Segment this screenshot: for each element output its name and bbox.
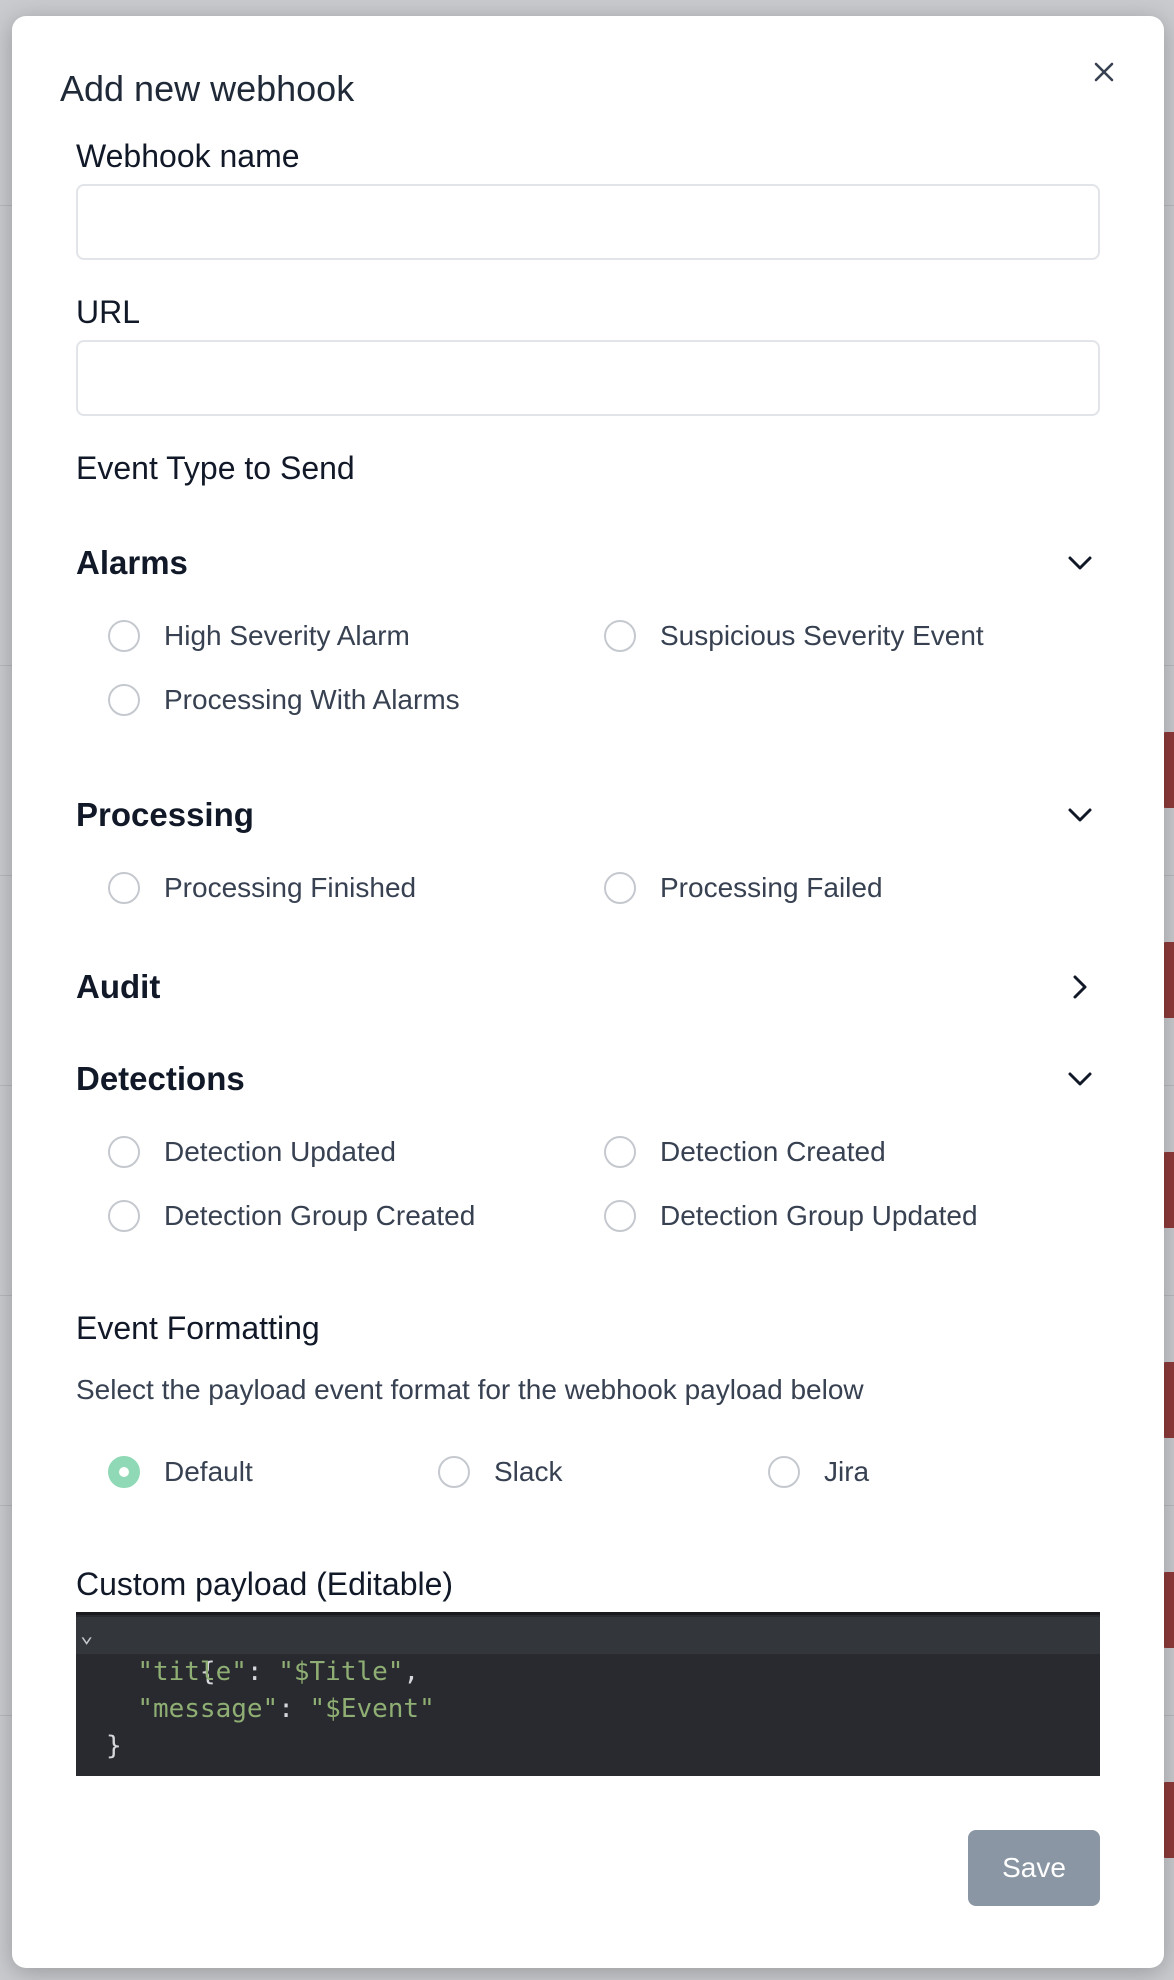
radio-button[interactable]: [108, 872, 140, 904]
code-line: ⌄{: [76, 1617, 1100, 1687]
option-label: Detection Group Updated: [660, 1200, 978, 1231]
radio-button-selected[interactable]: [108, 1456, 140, 1488]
option-label: Default: [164, 1456, 253, 1487]
option-label: Processing Failed: [660, 872, 883, 903]
chevron-right-icon: [1060, 967, 1100, 1007]
modal-title: Add new webhook: [60, 68, 355, 109]
group-title-processing: Processing: [76, 796, 254, 833]
option-label: Processing With Alarms: [164, 684, 460, 715]
format-option-slack[interactable]: Slack: [438, 1456, 562, 1488]
option-processing-with-alarms[interactable]: Processing With Alarms: [108, 684, 460, 716]
group-header-alarms[interactable]: Alarms: [76, 538, 1100, 588]
option-processing-finished[interactable]: Processing Finished: [108, 872, 416, 904]
radio-button[interactable]: [438, 1456, 470, 1488]
event-formatting-description: Select the payload event format for the …: [76, 1374, 864, 1405]
group-header-processing[interactable]: Processing: [76, 790, 1100, 840]
webhook-name-group: Webhook name: [76, 138, 1100, 175]
option-label: Jira: [824, 1456, 870, 1487]
custom-payload-label: Custom payload (Editable): [76, 1566, 454, 1602]
close-icon: [1094, 62, 1114, 82]
radio-button[interactable]: [604, 1136, 636, 1168]
radio-button[interactable]: [604, 620, 636, 652]
option-detection-group-created[interactable]: Detection Group Created: [108, 1200, 475, 1232]
save-button[interactable]: Save: [968, 1830, 1100, 1906]
group-header-detections[interactable]: Detections: [76, 1054, 1100, 1104]
url-input[interactable]: [76, 340, 1100, 416]
event-formatting-title: Event Formatting: [76, 1310, 320, 1346]
code-line: "message": "$Event": [137, 1694, 435, 1724]
event-type-label: Event Type to Send: [76, 450, 355, 486]
webhook-name-label: Webhook name: [76, 138, 300, 174]
format-option-jira[interactable]: Jira: [768, 1456, 869, 1488]
radio-button[interactable]: [108, 1200, 140, 1232]
radio-button[interactable]: [108, 620, 140, 652]
add-webhook-modal: Add new webhook Webhook name URL Event T…: [12, 16, 1164, 1968]
chevron-down-icon: [1060, 543, 1100, 583]
url-label: URL: [76, 294, 141, 330]
radio-button[interactable]: [108, 684, 140, 716]
code-string: "$Title": [278, 1657, 404, 1687]
group-title-alarms: Alarms: [76, 544, 188, 581]
group-header-audit[interactable]: Audit: [76, 962, 1100, 1012]
group-title-audit: Audit: [76, 968, 161, 1005]
option-label: Suspicious Severity Event: [660, 620, 984, 651]
option-label: High Severity Alarm: [164, 620, 410, 651]
option-processing-failed[interactable]: Processing Failed: [604, 872, 883, 904]
close-button[interactable]: [1084, 52, 1124, 92]
option-label: Slack: [494, 1456, 563, 1487]
option-detection-updated[interactable]: Detection Updated: [108, 1136, 396, 1168]
option-suspicious-severity-event[interactable]: Suspicious Severity Event: [604, 620, 984, 652]
group-title-detections: Detections: [76, 1060, 245, 1097]
code-line: "title": "$Title",: [137, 1657, 420, 1687]
code-line: }: [76, 1728, 1100, 1765]
radio-button[interactable]: [604, 1200, 636, 1232]
option-label: Processing Finished: [164, 872, 417, 903]
radio-button[interactable]: [604, 872, 636, 904]
chevron-down-icon: [1060, 1059, 1100, 1099]
code-key: "title": [137, 1657, 247, 1687]
option-label: Detection Group Created: [164, 1200, 476, 1231]
option-high-severity-alarm[interactable]: High Severity Alarm: [108, 620, 410, 652]
webhook-name-input[interactable]: [76, 184, 1100, 260]
option-label: Detection Created: [660, 1136, 886, 1167]
format-option-default[interactable]: Default: [108, 1456, 253, 1488]
option-detection-group-updated[interactable]: Detection Group Updated: [604, 1200, 978, 1232]
option-label: Detection Updated: [164, 1136, 396, 1167]
chevron-down-icon: [1060, 795, 1100, 835]
radio-button[interactable]: [108, 1136, 140, 1168]
code-text: }: [106, 1731, 122, 1761]
radio-button[interactable]: [768, 1456, 800, 1488]
option-detection-created[interactable]: Detection Created: [604, 1136, 886, 1168]
code-string: "$Event": [309, 1694, 435, 1724]
custom-payload-editor[interactable]: ⌄{ "title": "$Title", "message": "$Event…: [76, 1612, 1100, 1776]
code-key: "message": [137, 1694, 279, 1724]
fold-chevron-icon[interactable]: ⌄: [80, 1617, 93, 1654]
